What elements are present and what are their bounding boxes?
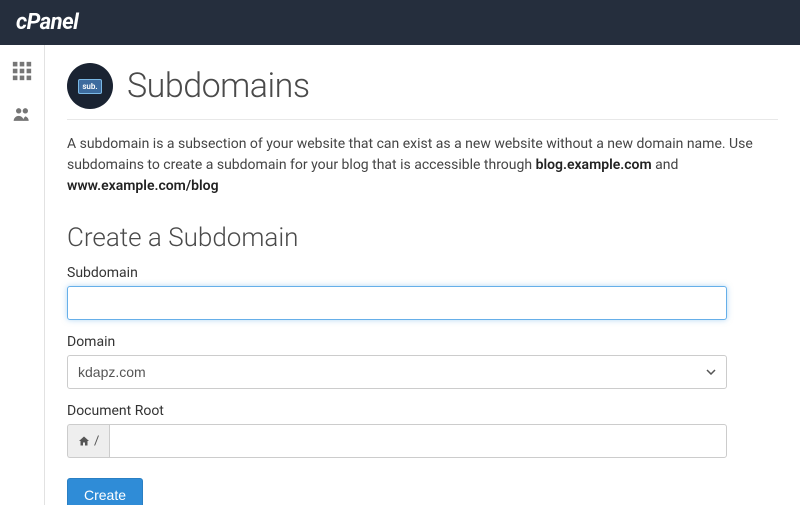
document-root-group: Document Root /: [67, 403, 778, 458]
page-description: A subdomain is a subsection of your webs…: [67, 134, 778, 197]
desc-mid: and: [652, 157, 679, 173]
domain-group: Domain kdapz.com: [67, 334, 778, 389]
page-icon-text: sub.: [78, 79, 101, 94]
document-root-input-group: /: [67, 424, 727, 458]
subdomain-group: Subdomain: [67, 265, 778, 320]
section-title: Create a Subdomain: [67, 223, 778, 253]
domain-label: Domain: [67, 334, 778, 350]
brand-logo: cPanel: [16, 10, 78, 35]
document-root-prefix: /: [67, 424, 109, 458]
subdomain-label: Subdomain: [67, 265, 778, 281]
sidebar: [0, 45, 45, 505]
page-title-row: sub. Subdomains: [67, 63, 778, 120]
document-root-input[interactable]: [109, 424, 727, 458]
main-content: sub. Subdomains A subdomain is a subsect…: [45, 45, 800, 505]
create-button[interactable]: Create: [67, 478, 143, 505]
subdomain-input[interactable]: [67, 286, 727, 320]
users-icon[interactable]: [10, 103, 34, 127]
desc-bold2: www.example.com/blog: [67, 178, 219, 194]
page-title: Subdomains: [127, 66, 310, 106]
subdomains-page-icon: sub.: [67, 63, 113, 109]
desc-bold1: blog.example.com: [536, 157, 652, 173]
document-root-slash: /: [94, 434, 99, 449]
main-layout: sub. Subdomains A subdomain is a subsect…: [0, 45, 800, 505]
document-root-label: Document Root: [67, 403, 778, 419]
domain-select[interactable]: kdapz.com: [67, 355, 727, 389]
top-header: cPanel: [0, 0, 800, 45]
home-icon: [78, 435, 90, 447]
apps-grid-icon[interactable]: [10, 59, 34, 83]
